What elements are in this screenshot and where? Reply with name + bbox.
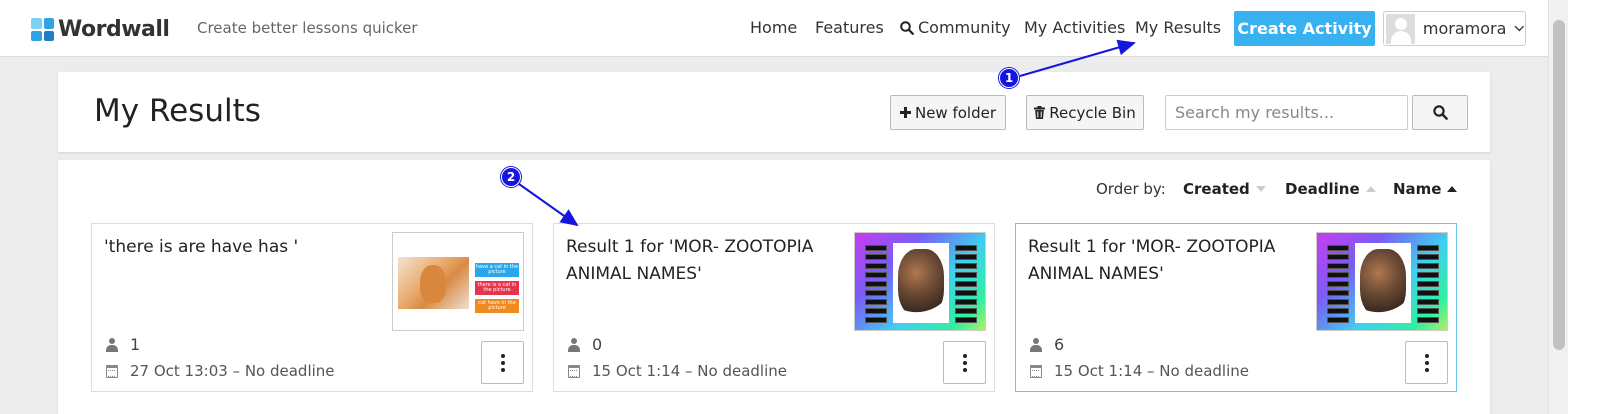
avatar xyxy=(1386,13,1415,44)
create-activity-button[interactable]: Create Activity xyxy=(1234,11,1375,46)
user-icon xyxy=(1030,337,1042,352)
search-button[interactable] xyxy=(1412,95,1468,130)
sort-up-icon xyxy=(1365,186,1376,192)
search-icon xyxy=(1432,105,1448,120)
result-thumbnail: have a cat in the picture there is a cat… xyxy=(392,232,524,331)
result-options-button[interactable] xyxy=(1405,341,1448,384)
cat-image xyxy=(398,257,469,309)
annotation-badge-1: 1 xyxy=(999,68,1019,88)
result-options-button[interactable] xyxy=(943,341,986,384)
user-icon xyxy=(106,337,118,352)
result-thumbnail xyxy=(1316,232,1448,331)
user-menu-button[interactable]: moramora xyxy=(1383,11,1526,46)
result-date: 15 Oct 1:14 – No deadline xyxy=(568,362,787,380)
results-header-panel: My Results New folder Recycle Bin xyxy=(58,72,1490,152)
date-text: 15 Oct 1:14 – No deadline xyxy=(592,362,787,380)
order-by-created[interactable]: Created xyxy=(1183,180,1266,198)
thumb-tag: have a cat in the picture xyxy=(475,263,519,277)
wordwall-logo-icon xyxy=(31,18,54,41)
nav-home[interactable]: Home xyxy=(750,18,797,37)
nav-community-label: Community xyxy=(918,18,1011,37)
search-icon xyxy=(900,20,914,35)
order-name-label: Name xyxy=(1393,180,1442,198)
search-results-input[interactable] xyxy=(1165,95,1408,130)
order-created-label: Created xyxy=(1183,180,1250,198)
chevron-down-icon xyxy=(1514,25,1525,32)
result-participants: 6 xyxy=(1030,335,1064,354)
window-edge xyxy=(1568,0,1600,414)
logo-text: Wordwall xyxy=(58,17,170,42)
page-scrollbar[interactable] xyxy=(1548,0,1568,414)
trash-icon xyxy=(1034,106,1046,119)
annotation-badge-2: 2 xyxy=(501,167,521,187)
plus-icon xyxy=(899,107,911,118)
date-text: 15 Oct 1:14 – No deadline xyxy=(1054,362,1249,380)
nav-my-activities[interactable]: My Activities xyxy=(1024,18,1125,37)
order-by-label: Order by: xyxy=(1096,180,1166,198)
result-thumbnail xyxy=(854,232,986,331)
result-card[interactable]: Result 1 for 'MOR- ZOOTOPIA ANIMAL NAMES… xyxy=(1015,223,1457,392)
new-folder-button[interactable]: New folder xyxy=(890,95,1006,130)
kebab-icon xyxy=(500,353,505,358)
result-title: Result 1 for 'MOR- ZOOTOPIA ANIMAL NAMES… xyxy=(566,237,814,284)
tagline: Create better lessons quicker xyxy=(197,19,418,37)
thumb-tag: there is a cat in the picture xyxy=(475,281,519,295)
recycle-bin-button[interactable]: Recycle Bin xyxy=(1026,95,1144,130)
result-card[interactable]: Result 1 for 'MOR- ZOOTOPIA ANIMAL NAMES… xyxy=(553,223,995,392)
wordwall-logo[interactable]: Wordwall xyxy=(31,17,170,42)
order-by-name[interactable]: Name xyxy=(1393,180,1458,198)
user-name: moramora xyxy=(1422,19,1507,38)
participant-count: 0 xyxy=(592,335,603,354)
calendar-icon xyxy=(1030,364,1042,378)
user-icon xyxy=(568,337,580,352)
page-title: My Results xyxy=(94,93,261,129)
result-options-button[interactable] xyxy=(481,341,524,384)
nav-community[interactable]: Community xyxy=(900,18,1011,37)
nav-my-results[interactable]: My Results xyxy=(1135,18,1221,37)
participant-count: 6 xyxy=(1054,335,1065,354)
scrollbar-thumb[interactable] xyxy=(1553,20,1565,350)
new-folder-label: New folder xyxy=(914,103,997,122)
result-card[interactable]: 'there is are have has ' have a cat in t… xyxy=(91,223,533,392)
sort-up-active-icon xyxy=(1447,186,1458,192)
calendar-icon xyxy=(106,364,118,378)
zootopia-image xyxy=(893,243,949,323)
result-date: 27 Oct 13:03 – No deadline xyxy=(106,362,335,380)
result-date: 15 Oct 1:14 – No deadline xyxy=(1030,362,1249,380)
calendar-icon xyxy=(568,364,580,378)
top-navbar: Wordwall Create better lessons quicker H… xyxy=(0,0,1548,57)
result-participants: 1 xyxy=(106,335,140,354)
result-title: 'there is are have has ' xyxy=(104,237,299,257)
result-participants: 0 xyxy=(568,335,602,354)
result-title: Result 1 for 'MOR- ZOOTOPIA ANIMAL NAMES… xyxy=(1028,237,1276,284)
order-by-deadline[interactable]: Deadline xyxy=(1285,180,1376,198)
results-list-panel: Order by: Created Deadline Name 'there i… xyxy=(58,160,1490,414)
nav-features[interactable]: Features xyxy=(815,18,884,37)
participant-count: 1 xyxy=(130,335,141,354)
order-deadline-label: Deadline xyxy=(1285,180,1360,198)
kebab-icon xyxy=(1424,353,1429,358)
recycle-bin-label: Recycle Bin xyxy=(1049,103,1136,122)
sort-down-icon xyxy=(1255,186,1266,192)
kebab-icon xyxy=(962,353,967,358)
thumb-tag: cat have in the picture xyxy=(475,299,519,313)
date-text: 27 Oct 13:03 – No deadline xyxy=(130,362,335,380)
zootopia-image xyxy=(1355,243,1411,323)
